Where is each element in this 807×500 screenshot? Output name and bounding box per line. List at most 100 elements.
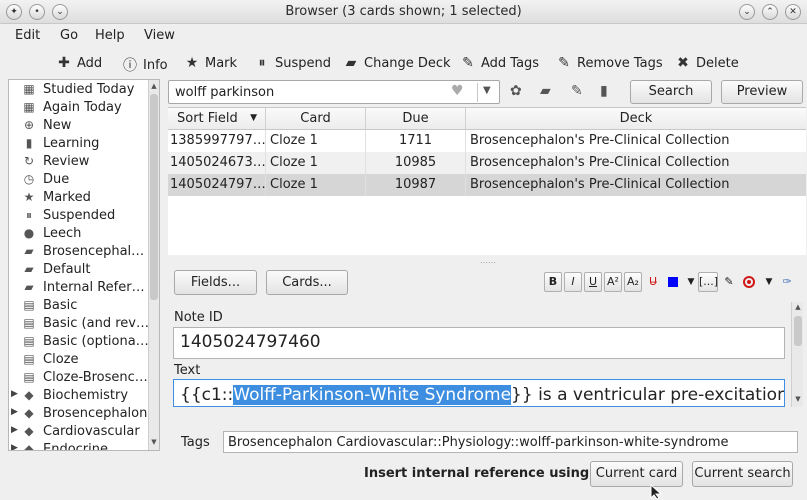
chevron-down-icon[interactable]: ▼	[483, 85, 491, 96]
sidebar-item[interactable]: ⊕ New	[9, 117, 149, 135]
cloze-icon[interactable]: ✑	[778, 272, 796, 292]
minimize-button[interactable]: ⌄	[739, 4, 755, 20]
flag-icon[interactable]: ✿	[510, 83, 522, 99]
cell-card: Cloze 1	[266, 130, 366, 152]
close-button[interactable]: ✕	[785, 4, 801, 20]
tags-field[interactable]: Brosencephalon Cardiovascular::Physiolog…	[223, 431, 798, 453]
sidebar-item[interactable]: ▮ Learning	[9, 135, 149, 153]
sidebar-item[interactable]: ▰ Default	[9, 261, 149, 279]
table-row-selected[interactable]: 1405024797… Cloze 1 10987 Brosencephalon…	[168, 174, 806, 196]
editor-scrollbar-thumb[interactable]	[794, 316, 802, 346]
mark-button[interactable]: ★ Mark	[184, 55, 237, 71]
sidebar-item[interactable]: ▤ Cloze	[9, 351, 149, 369]
add-button[interactable]: ✚ Add	[56, 55, 102, 71]
sidebar-item[interactable]: ● Leech	[9, 225, 149, 243]
cards-button[interactable]: Cards...	[266, 270, 348, 295]
note-id-label: Note ID	[174, 310, 223, 325]
delete-button[interactable]: ✖ Delete	[675, 55, 739, 71]
underline-button[interactable]: U	[584, 272, 602, 292]
note-id-value: 1405024797460	[180, 332, 321, 352]
sidebar-item[interactable]: ★ Marked	[9, 189, 149, 207]
search-input[interactable]	[173, 83, 453, 101]
current-card-button[interactable]: Current card	[590, 461, 683, 487]
cell-sort-field: 1385997797…	[170, 130, 266, 152]
scroll-up-arrow[interactable]: ▲	[149, 82, 159, 90]
sidebar-item[interactable]: ▤ Basic	[9, 297, 149, 315]
scroll-down-arrow[interactable]: ▼	[149, 438, 159, 446]
note-type-icon: ▤	[23, 370, 35, 384]
sidebar-item[interactable]: ▰ Brosencephal…	[9, 243, 149, 261]
superscript-button[interactable]: A²	[604, 272, 622, 292]
scrollbar-thumb[interactable]	[150, 94, 158, 300]
sidebar-item[interactable]: ▤ Basic (and rev…	[9, 315, 149, 333]
tag-filter-icon[interactable]: ✎	[571, 83, 583, 99]
column-header-due[interactable]: Due	[366, 108, 466, 130]
table-row[interactable]: 1405024673… Cloze 1 10985 Brosencephalon…	[168, 152, 806, 174]
column-header-sort-field[interactable]: Sort Field ▼	[168, 108, 266, 130]
sidebar-item[interactable]: ▶ ◆ Biochemistry	[9, 387, 149, 405]
italic-button[interactable]: I	[564, 272, 582, 292]
tag-icon: ◆	[24, 442, 34, 451]
deck-filter-icon[interactable]: ▰	[540, 83, 551, 99]
sidebar-item[interactable]: ▶ ◆ Brosencephalon	[9, 405, 149, 423]
sidebar-item[interactable]: ↻ Review	[9, 153, 149, 171]
sort-arrow-icon: ▼	[250, 113, 257, 123]
deck-icon: ▰	[345, 55, 357, 71]
column-header-card[interactable]: Card	[266, 108, 366, 130]
editor-scroll-down-arrow[interactable]: ▼	[793, 395, 803, 403]
remove-tags-button[interactable]: ✎ Remove Tags	[556, 55, 663, 71]
attachment-icon[interactable]: ✎	[720, 272, 738, 292]
tag-icon: ◆	[24, 406, 34, 420]
sidebar-item[interactable]: ▦ Again Today	[9, 99, 149, 117]
bold-button[interactable]: B	[544, 272, 562, 292]
current-search-button[interactable]: Current search	[692, 461, 793, 487]
note-filter-icon[interactable]: ▮	[600, 83, 608, 99]
menu-view[interactable]: View	[144, 28, 175, 43]
menu-go[interactable]: Go	[60, 28, 78, 43]
clear-format-icon[interactable]: U̶	[644, 272, 662, 292]
search-combobox[interactable]: ♥ ▼	[168, 80, 500, 104]
sidebar-item[interactable]: ▶ ◆ Cardiovascular	[9, 423, 149, 441]
sidebar-item[interactable]: ▦ Studied Today	[9, 81, 149, 99]
table-row[interactable]: 1385997797… Cloze 1 1711 Brosencephalon'…	[168, 130, 806, 152]
add-tags-button[interactable]: ✎ Add Tags	[460, 55, 539, 71]
clock-icon: ◷	[23, 172, 35, 186]
subscript-button[interactable]: A₂	[624, 272, 642, 292]
menu-edit[interactable]: Edit	[15, 28, 40, 43]
tag-add-icon: ✎	[462, 55, 474, 71]
expand-arrow-icon[interactable]: ▶	[11, 425, 18, 435]
change-deck-button[interactable]: ▰ Change Deck	[343, 55, 451, 71]
sidebar-item[interactable]: ▤ Basic (optiona…	[9, 333, 149, 351]
delete-icon: ✖	[677, 55, 689, 71]
preview-button[interactable]: Preview	[721, 80, 803, 104]
sidebar-item[interactable]: ⏸ Suspended	[9, 207, 149, 225]
sidebar-scrollbar[interactable]: ▲ ▼	[148, 80, 159, 450]
sidebar-item[interactable]: ▶ ◆ Endocrine	[9, 441, 149, 451]
menu-help[interactable]: Help	[95, 28, 125, 43]
sidebar-item[interactable]: ▰ Internal Refer…	[9, 279, 149, 297]
fields-button[interactable]: Fields...	[174, 270, 257, 295]
search-button[interactable]: Search	[630, 80, 712, 104]
html-editor-button[interactable]: [...]	[698, 272, 718, 292]
note-id-field[interactable]: 1405024797460	[173, 327, 785, 359]
maximize-button[interactable]: ⌃	[762, 4, 778, 20]
expand-arrow-icon[interactable]: ▶	[11, 407, 18, 417]
splitter-handle[interactable]: ⋯⋯	[480, 258, 496, 267]
expand-arrow-icon[interactable]: ▶	[11, 443, 18, 450]
expand-arrow-icon[interactable]: ▶	[11, 389, 18, 399]
deck-icon: ▰	[24, 244, 34, 258]
text-color-button[interactable]	[664, 272, 682, 292]
cloze-suffix: }} is a ventricular pre-excitation	[511, 385, 785, 405]
sidebar-item[interactable]: ▤ Cloze-Brosenc…	[9, 369, 149, 387]
suspend-button[interactable]: ⏸ Suspend	[254, 55, 332, 71]
cell-deck: Brosencephalon's Pre-Clinical Collection	[470, 133, 730, 148]
more-dropdown-icon[interactable]: ▼	[760, 272, 778, 292]
note-type-icon: ▤	[23, 316, 35, 330]
info-button[interactable]: ⓘ Info	[122, 55, 168, 75]
sidebar-item[interactable]: ◷ Due	[9, 171, 149, 189]
record-icon[interactable]	[740, 272, 758, 292]
editor-scroll-up-arrow[interactable]: ▲	[793, 303, 803, 311]
editor-scrollbar[interactable]: ▲ ▼	[791, 302, 803, 407]
text-field[interactable]: {{c1::Wolff-Parkinson-White Syndrome}} i…	[173, 379, 785, 407]
column-header-deck[interactable]: Deck	[466, 108, 806, 130]
